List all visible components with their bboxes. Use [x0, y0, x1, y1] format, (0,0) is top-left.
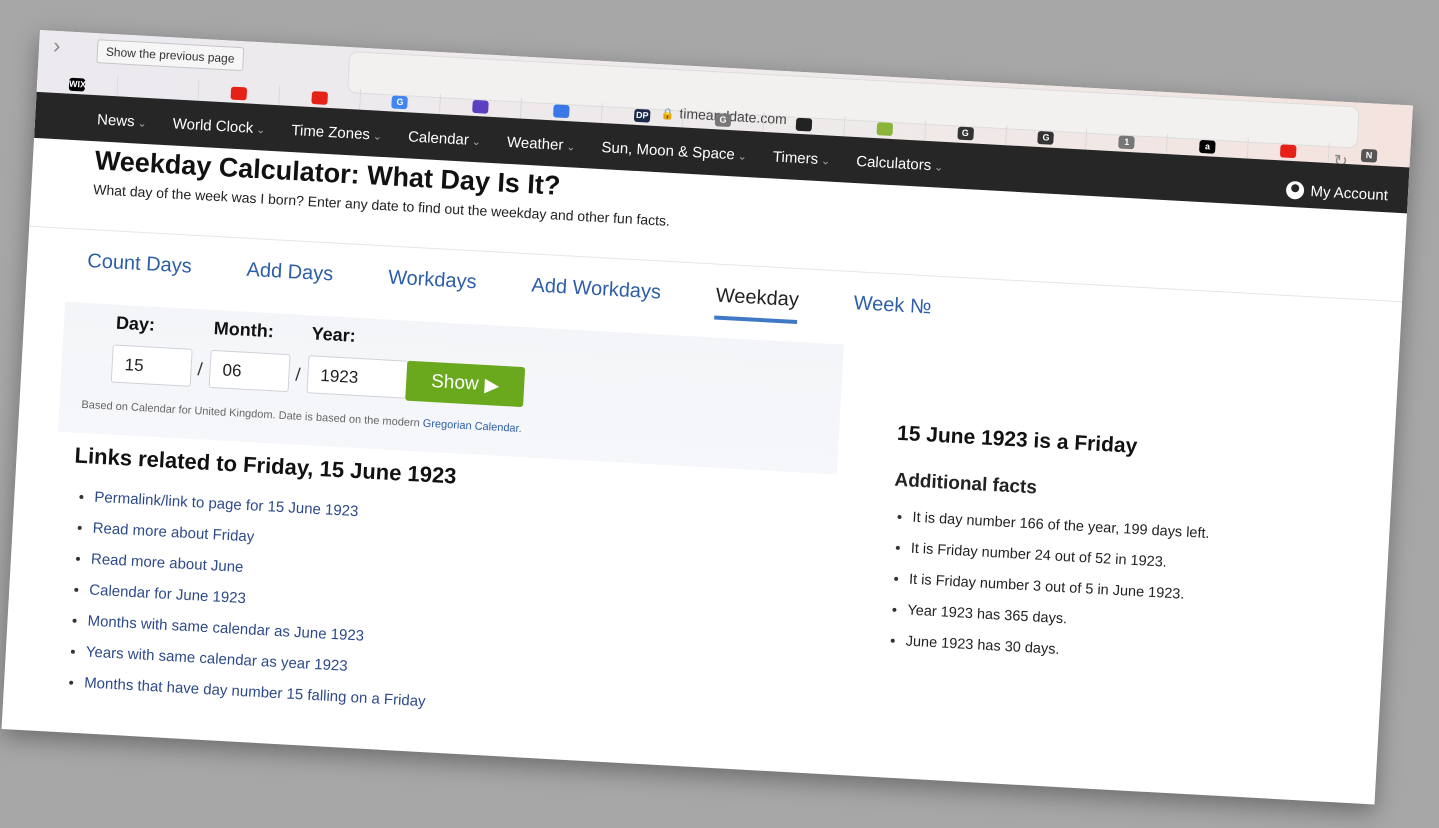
forms-favicon-icon: [472, 99, 490, 114]
chevron-down-icon: ⌄: [737, 150, 748, 164]
result-title: 15 June 1923 is a Friday: [896, 421, 1138, 458]
chevron-down-icon: ⌄: [933, 161, 944, 174]
arrow-favicon-icon: [876, 121, 893, 136]
nav-item-label: Calculators: [855, 153, 932, 175]
nav-item-calendar[interactable]: Calendar ⌄: [408, 128, 482, 149]
g-serif-favicon-icon: G: [956, 126, 974, 140]
nav-item-sun-moon-space[interactable]: Sun, Moon & Space ⌄: [601, 139, 747, 164]
year-label: Year:: [311, 323, 357, 346]
youtube-favicon-icon: [230, 86, 247, 100]
play-icon: ▶: [484, 374, 500, 397]
chevron-down-icon: ⌄: [137, 117, 148, 130]
show-label: Show: [430, 371, 480, 395]
day-input[interactable]: 15: [110, 344, 193, 387]
dp-favicon-icon: DP: [633, 108, 651, 123]
tab-add-days[interactable]: Add Days: [245, 259, 334, 299]
my-account-label: My Account: [1310, 182, 1389, 204]
google-favicon-icon: G: [391, 94, 409, 109]
nav-item-label: Sun, Moon & Space: [601, 139, 736, 164]
tab-workdays[interactable]: Workdays: [387, 267, 478, 307]
browser-window: › Show the previous page 🔒 timeanddate.co…: [1, 30, 1413, 805]
nav-item-time-zones[interactable]: Time Zones ⌄: [291, 122, 383, 144]
nav-item-calculators[interactable]: Calculators ⌄: [856, 153, 944, 175]
nav-item-label: Time Zones: [290, 121, 371, 144]
youtube-favicon-icon: [310, 90, 328, 105]
note-suffix: .: [518, 422, 523, 436]
g-favicon-icon: G: [714, 112, 732, 127]
one-favicon-icon: 1: [1118, 134, 1136, 149]
back-chevron-icon[interactable]: ›: [52, 33, 61, 59]
user-icon: [1286, 180, 1306, 200]
chevron-down-icon: ⌄: [372, 130, 383, 143]
facts-list: It is day number 166 of the year, 199 da…: [885, 502, 1210, 674]
wix-favicon-icon: WIX: [68, 77, 87, 92]
nav-item-label: News: [96, 111, 136, 131]
show-button[interactable]: Show ▶: [405, 360, 526, 408]
nav-item-label: Timers: [772, 148, 819, 168]
date-separator: /: [197, 359, 204, 380]
nav-item-label: Calendar: [407, 128, 470, 149]
gregorian-calendar-link[interactable]: Gregorian Calendar: [422, 418, 519, 435]
nav-item-world-clock[interactable]: World Clock ⌄: [172, 115, 266, 137]
related-links-list: Permalink/link to page for 15 June 1923R…: [63, 481, 436, 718]
chevron-down-icon: ⌄: [820, 155, 831, 168]
calendar-note: Based on Calendar for United Kingdom. Da…: [81, 399, 522, 435]
chevron-down-icon: ⌄: [565, 141, 576, 154]
nav-item-news[interactable]: News ⌄: [97, 111, 148, 131]
g-serif-favicon-icon: G: [1037, 130, 1055, 145]
back-tooltip: Show the previous page: [96, 39, 245, 72]
facts-heading: Additional facts: [893, 469, 1038, 499]
month-input[interactable]: 06: [208, 349, 291, 393]
openai-favicon-icon: [795, 117, 813, 132]
date-separator: /: [294, 364, 302, 385]
month-label: Month:: [213, 318, 275, 342]
nav-item-label: World Clock: [172, 115, 254, 137]
chevron-down-icon: ⌄: [255, 124, 266, 137]
year-input[interactable]: 1923: [306, 355, 409, 399]
note-text: Based on Calendar for United Kingdom. Da…: [81, 398, 421, 430]
tab-count-days[interactable]: Count Days: [86, 250, 193, 291]
tab-week-[interactable]: Week №: [852, 292, 932, 331]
day-label: Day:: [115, 312, 156, 335]
amazon-favicon-icon: a: [1199, 139, 1216, 154]
tab-weekday[interactable]: Weekday: [714, 284, 800, 325]
my-account-link[interactable]: My Account: [1286, 180, 1389, 205]
tab-add-workdays[interactable]: Add Workdays: [530, 274, 662, 316]
nav-item-label: Weather: [506, 133, 564, 154]
nav-item-timers[interactable]: Timers ⌄: [772, 148, 830, 168]
notion-favicon-icon: N: [1360, 148, 1378, 163]
nav-item-weather[interactable]: Weather ⌄: [507, 134, 576, 155]
chevron-down-icon: ⌄: [471, 135, 482, 149]
docs-favicon-icon: [553, 103, 570, 118]
youtube-favicon-icon: [1279, 143, 1297, 158]
